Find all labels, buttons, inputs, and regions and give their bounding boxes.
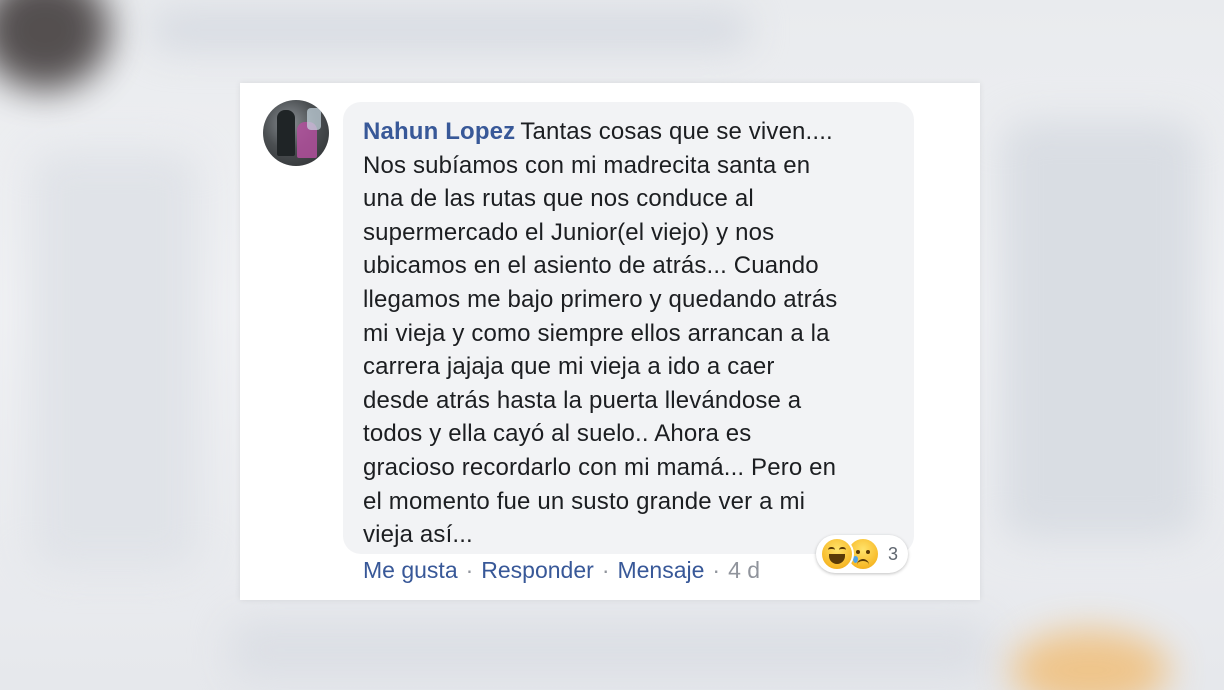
comment-line: el momento fue un susto grande ver a mi [363,487,806,515]
blurred-left-shape [30,150,200,570]
comment-line: Nos subíamos con mi madrecita santa en [363,151,811,179]
reply-link[interactable]: Responder [481,557,594,584]
reactions-summary[interactable]: 3 [816,535,909,573]
avatar-photo-figure [277,110,295,156]
comment-actions: Me gusta · Responder · Mensaje · 4 d [363,557,760,584]
comment-line: mi vieja y como siempre ellos arrancan a… [363,319,830,347]
blurred-orange-shape [1010,630,1170,690]
comment-text: Nahun Lopez Tantas cosas que se viven....… [363,115,903,552]
separator: · [601,557,610,583]
blurred-bottom-shape [230,620,990,680]
like-link[interactable]: Me gusta [363,557,458,584]
comment-bubble: Nahun Lopez Tantas cosas que se viven....… [343,102,914,554]
comment-line: llegamos me bajo primero y quedando atrá… [363,285,838,313]
author-name[interactable]: Nahun Lopez [363,118,515,145]
avatar[interactable] [263,100,329,166]
comment-line: supermercado el Junior(el viejo) y nos [363,218,775,246]
comment-line: carrera jajaja que mi vieja a ido a caer [363,353,775,381]
comment-line: Nahun Lopez Tantas cosas que se viven.... [363,115,903,149]
separator: · [465,557,474,583]
comment-line: ubicamos en el asiento de atrás... Cuand… [363,252,819,280]
comment-line: todos y ella cayó al suelo.. Ahora es [363,420,752,448]
message-link[interactable]: Mensaje [617,557,704,584]
reaction-count: 3 [888,543,899,564]
separator: · [712,557,721,583]
comment-line: una de las rutas que nos conduce al [363,185,754,213]
blurred-header-shape [150,10,750,50]
haha-icon [820,537,854,571]
blurred-right-shape [1000,120,1200,540]
timestamp[interactable]: 4 d [728,557,760,584]
blurred-avatar-shape [0,0,110,90]
comment-card: Nahun Lopez Tantas cosas que se viven....… [240,83,980,600]
comment-line: desde atrás hasta la puerta llevándose a [363,386,802,414]
comment-line: gracioso recordarlo con mi mamá... Pero … [363,453,837,481]
comment-line-text: Tantas cosas que se viven.... [520,118,833,145]
avatar-photo-detail [307,108,321,130]
